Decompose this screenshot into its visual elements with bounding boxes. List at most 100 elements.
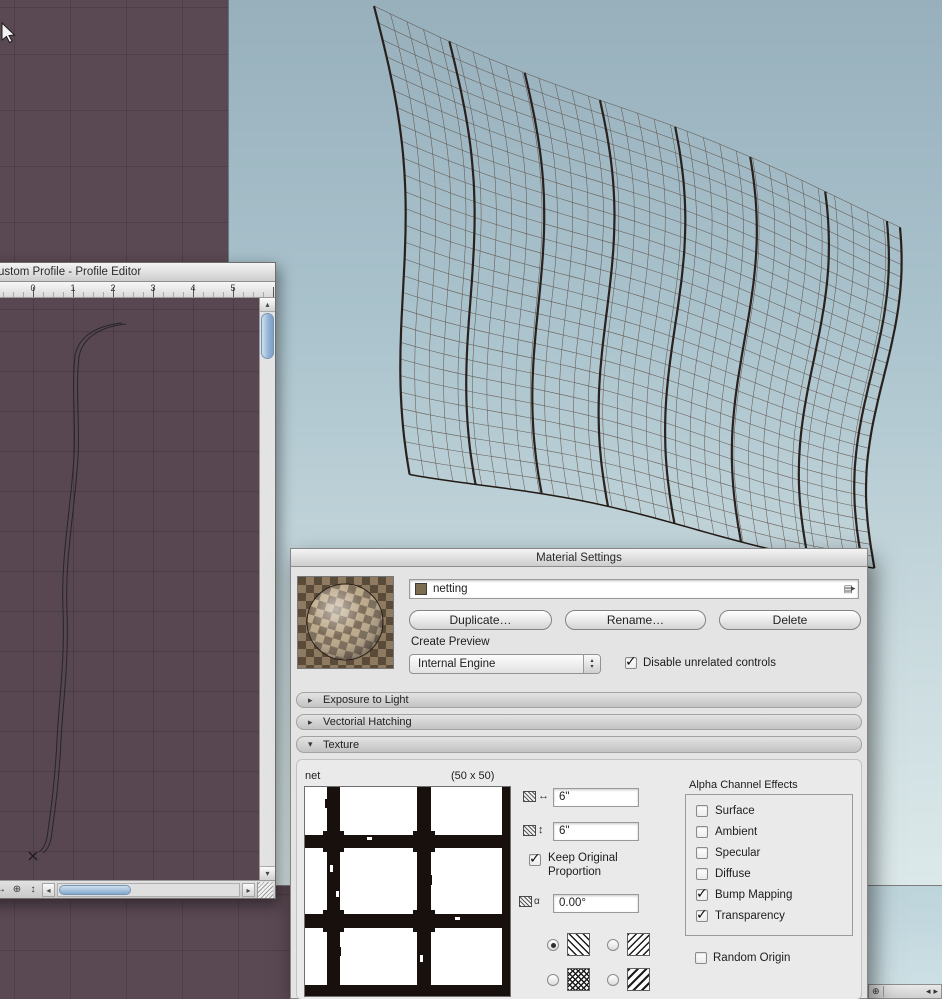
- disable-unrelated-label: Disable unrelated controls: [643, 657, 776, 669]
- fit-icon[interactable]: ↕: [26, 882, 40, 898]
- material-settings-titlebar[interactable]: Material Settings: [291, 549, 867, 567]
- profile-editor-title: ustom Profile - Profile Editor: [0, 266, 142, 278]
- alpha-option-row: Specular: [696, 847, 760, 859]
- material-settings-title: Material Settings: [536, 551, 622, 564]
- vertical-scroll-thumb[interactable]: [261, 313, 274, 359]
- profile-editor-toolbar: ⊖ ↔ ⊕ ↕ ◂ ▸: [0, 880, 275, 898]
- texture-angle-field[interactable]: 0.00°: [553, 894, 639, 913]
- specular-checkbox[interactable]: [696, 847, 708, 859]
- material-settings-dialog: Material Settings netting ▤ ▸ Duplicate……: [290, 548, 868, 999]
- vertical-scrollbar[interactable]: ▴ ▾: [259, 298, 275, 880]
- profile-editor-window: ustom Profile - Profile Editor 0 1 2 3 4…: [0, 262, 276, 899]
- material-list-arrow-icon[interactable]: ▸: [851, 583, 856, 594]
- scroll-right-icon[interactable]: ▸: [933, 985, 938, 998]
- duplicate-button[interactable]: Duplicate…: [409, 610, 552, 630]
- disable-unrelated-checkbox[interactable]: [625, 653, 637, 670]
- scroll-down-icon[interactable]: ▾: [260, 866, 275, 880]
- material-name-field[interactable]: netting ▤: [409, 579, 859, 599]
- scroll-up-icon[interactable]: ▴: [260, 298, 275, 312]
- diffuse-checkbox[interactable]: [696, 868, 708, 880]
- ambient-label: Ambient: [715, 826, 758, 838]
- resize-grip[interactable]: [257, 881, 273, 898]
- ruler-number: 4: [190, 283, 196, 293]
- mirror-option-3-radio[interactable]: [547, 974, 559, 986]
- random-origin-label: Random Origin: [713, 952, 791, 964]
- section-label: Exposure to Light: [323, 694, 409, 706]
- ruler-number: 0: [30, 283, 36, 293]
- keep-original-proportion-checkbox[interactable]: [529, 850, 541, 867]
- section-vectorial-hatching[interactable]: ▸ Vectorial Hatching: [296, 714, 862, 730]
- profile-editor-titlebar[interactable]: ustom Profile - Profile Editor: [0, 263, 275, 282]
- stepper-down-icon: ▾: [590, 664, 594, 670]
- ruler-number: 1: [70, 283, 76, 293]
- section-texture[interactable]: ▾ Texture: [296, 736, 862, 753]
- material-preview: [297, 576, 394, 669]
- texture-preview: [304, 786, 511, 997]
- texture-height-icon: ↕: [523, 824, 544, 836]
- material-preview-image: [298, 577, 393, 668]
- zoom-icon[interactable]: ⊕: [872, 985, 880, 998]
- disclosure-triangle-icon: ▾: [308, 739, 313, 749]
- alpha-option-row: Transparency: [696, 906, 785, 923]
- texture-preview-image: [305, 787, 510, 996]
- alpha-channel-effects-title: Alpha Channel Effects: [689, 779, 798, 791]
- rename-button[interactable]: Rename…: [565, 610, 706, 630]
- create-preview-label: Create Preview: [411, 636, 490, 648]
- mirror-option-2-pattern-icon: [627, 933, 650, 956]
- scroll-left-icon[interactable]: ◂: [42, 882, 55, 897]
- specular-label: Specular: [715, 847, 761, 859]
- mirror-option-4-pattern-icon: [627, 968, 650, 991]
- transparency-label: Transparency: [715, 910, 785, 922]
- delete-button[interactable]: Delete: [719, 610, 861, 630]
- mouse-cursor-icon: [0, 21, 16, 44]
- random-origin-checkbox[interactable]: [695, 952, 707, 964]
- alpha-option-row: Bump Mapping: [696, 885, 793, 902]
- texture-angle-icon: α: [519, 896, 540, 907]
- material-name-value: netting: [433, 583, 468, 595]
- surface-label: Surface: [715, 805, 755, 817]
- ruler-number: 2: [110, 283, 116, 293]
- scroll-right-icon[interactable]: ▸: [242, 882, 255, 897]
- texture-dimensions: (50 x 50): [451, 770, 495, 782]
- engine-dropdown[interactable]: Internal Engine ▴ ▾: [409, 654, 601, 674]
- stepper-icon: ▴ ▾: [583, 655, 600, 673]
- disclosure-triangle-icon: ▸: [308, 694, 313, 705]
- ruler-number: 5: [230, 283, 236, 293]
- pan-icon[interactable]: ↔: [0, 882, 8, 898]
- divider: [882, 986, 884, 997]
- alpha-channel-effects-group: Surface Ambient Specular Diffuse Bump Ma…: [685, 794, 853, 936]
- zoom-in-icon[interactable]: ⊕: [10, 882, 24, 898]
- ruler: 0 1 2 3 4 5: [0, 282, 275, 298]
- alpha-option-row: Diffuse: [696, 868, 751, 880]
- disclosure-triangle-icon: ▸: [308, 716, 313, 727]
- alpha-option-row: Surface: [696, 805, 755, 817]
- alpha-option-row: Ambient: [696, 826, 757, 838]
- ambient-checkbox[interactable]: [696, 826, 708, 838]
- keep-original-proportion-label: Keep Original Proportion: [548, 852, 618, 878]
- transparency-checkbox[interactable]: [696, 906, 708, 923]
- bump-mapping-checkbox[interactable]: [696, 885, 708, 902]
- profile-curve: [28, 322, 127, 861]
- viewport-zoom-toolbar: ⊕ ◂ ▸: [868, 984, 942, 999]
- section-label: Vectorial Hatching: [323, 716, 412, 728]
- bump-mapping-label: Bump Mapping: [715, 889, 793, 901]
- endpoint-x-marker: [28, 851, 38, 861]
- mirror-option-1-radio[interactable]: [547, 939, 559, 951]
- mirror-option-1-pattern-icon: [567, 933, 590, 956]
- texture-width-field[interactable]: 6": [553, 788, 639, 807]
- section-label: Texture: [323, 738, 360, 751]
- ruler-number: 3: [150, 283, 156, 293]
- mirror-option-3-pattern-icon: [567, 968, 590, 991]
- section-exposure-to-light[interactable]: ▸ Exposure to Light: [296, 692, 862, 708]
- horizontal-scroll-thumb[interactable]: [59, 884, 131, 895]
- horizontal-scrollbar[interactable]: [57, 882, 240, 897]
- surface-checkbox[interactable]: [696, 805, 708, 817]
- texture-height-field[interactable]: 6": [553, 822, 639, 841]
- netting-mesh: [229, 0, 942, 620]
- mirror-option-4-radio[interactable]: [607, 974, 619, 986]
- mirror-option-2-radio[interactable]: [607, 939, 619, 951]
- profile-canvas[interactable]: [0, 298, 259, 880]
- scroll-left-icon[interactable]: ◂: [926, 985, 931, 998]
- texture-width-icon: ↔: [523, 790, 549, 802]
- engine-value: Internal Engine: [418, 658, 496, 670]
